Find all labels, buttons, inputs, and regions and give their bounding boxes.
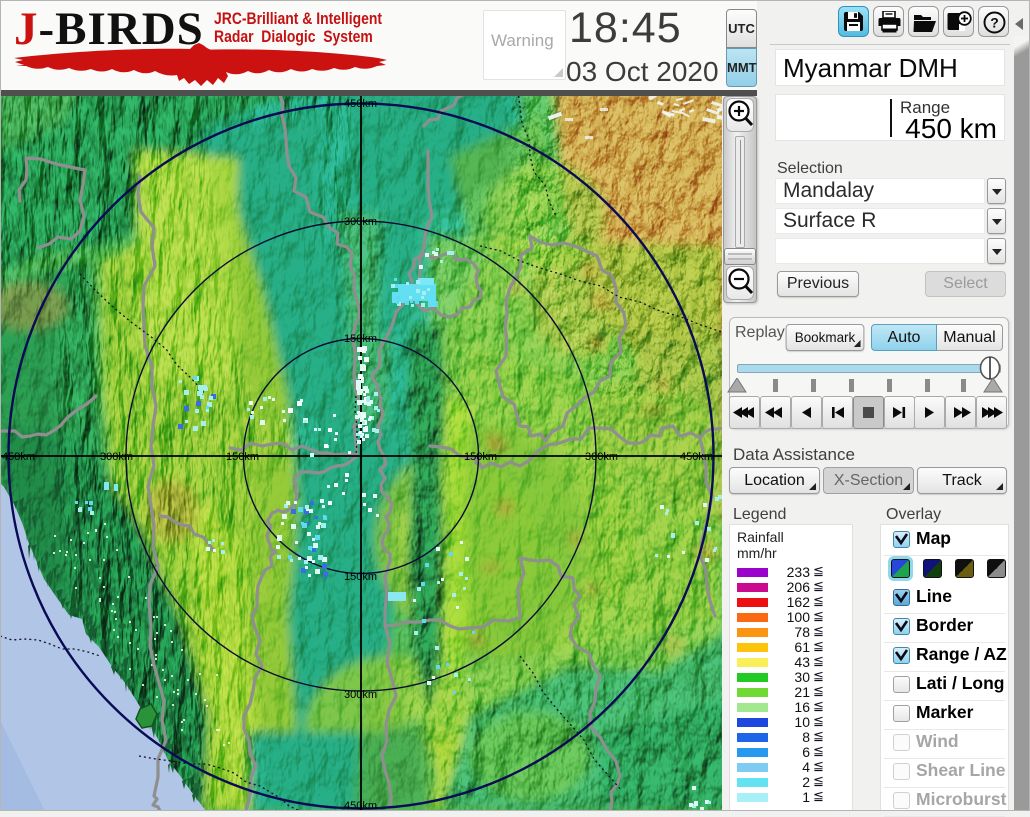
svg-text:?: ? — [990, 15, 999, 31]
svg-text:300km: 300km — [344, 216, 377, 228]
svg-text:150km: 150km — [344, 333, 377, 345]
svg-text:450km: 450km — [344, 98, 377, 110]
svg-text:450km: 450km — [2, 451, 35, 463]
svg-text:450km: 450km — [680, 451, 713, 463]
svg-text:150km: 150km — [464, 451, 497, 463]
svg-text:150km: 150km — [344, 571, 377, 583]
svg-text:450km: 450km — [344, 800, 377, 811]
svg-text:300km: 300km — [585, 451, 618, 463]
svg-text:300km: 300km — [344, 689, 377, 701]
svg-text:150km: 150km — [226, 451, 259, 463]
svg-text:300km: 300km — [100, 451, 133, 463]
